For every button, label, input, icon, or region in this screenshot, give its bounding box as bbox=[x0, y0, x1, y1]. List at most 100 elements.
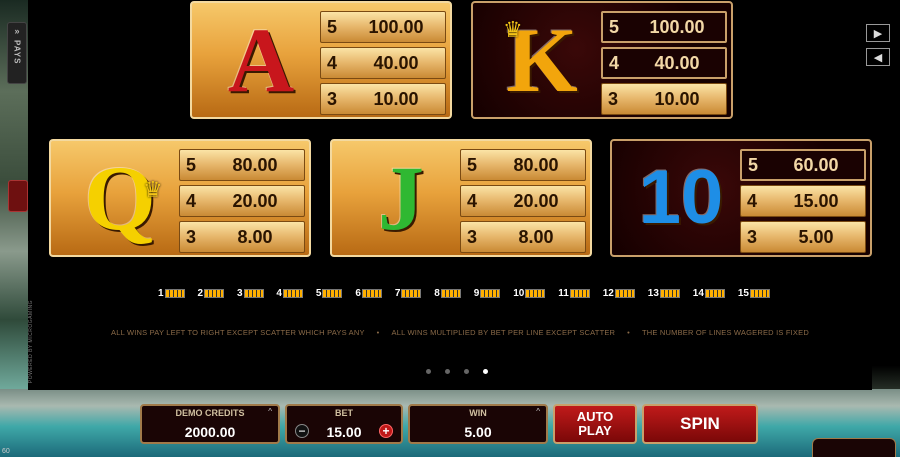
corner-number: 60 bbox=[2, 448, 10, 455]
pay-row: 5 100.00 bbox=[320, 11, 446, 43]
payline-pattern-icon bbox=[164, 288, 185, 298]
crown-icon: ♛ bbox=[143, 177, 163, 202]
info-rule: THE NUMBER OF LINES WAGERED IS FIXED bbox=[642, 328, 809, 337]
next-page-button[interactable]: ▶ bbox=[866, 24, 890, 42]
demo-credits-panel[interactable]: DEMO CREDITS ^ 2000.00 bbox=[140, 404, 280, 444]
win-value: 5.00 bbox=[464, 424, 492, 440]
side-menu-button[interactable] bbox=[8, 180, 28, 212]
pay-count: 4 bbox=[186, 190, 197, 211]
demo-credits-label: DEMO CREDITS bbox=[175, 408, 245, 418]
info-separator: • bbox=[627, 328, 630, 337]
play-right-icon: ▶ bbox=[873, 27, 883, 40]
bet-increase-button[interactable]: + bbox=[379, 424, 393, 438]
pay-count: 3 bbox=[186, 226, 197, 247]
payline-item: 10 bbox=[513, 286, 546, 300]
payline-item: 12 bbox=[603, 286, 635, 300]
payline-pattern-icon bbox=[243, 288, 264, 298]
payline-pattern-icon bbox=[480, 288, 501, 298]
payline-number: 6 bbox=[355, 287, 361, 299]
page-dot[interactable] bbox=[426, 369, 431, 374]
pay-amount: 100.00 bbox=[649, 16, 705, 37]
symbol-10: 10 bbox=[638, 155, 724, 240]
pays-tab[interactable]: » PAYS bbox=[7, 22, 27, 84]
payline-number: 3 bbox=[236, 287, 243, 299]
page-dot[interactable] bbox=[445, 369, 450, 374]
payline-number: 4 bbox=[276, 287, 282, 299]
pay-amount: 8.00 bbox=[518, 226, 554, 247]
payline-pattern-icon bbox=[749, 288, 770, 298]
pay-amount: 10.00 bbox=[654, 88, 700, 109]
pay-count: 3 bbox=[747, 226, 758, 247]
rules-info-text: ALL WINS PAY LEFT TO RIGHT EXCEPT SCATTE… bbox=[100, 328, 820, 337]
pay-amount: 40.00 bbox=[373, 52, 419, 73]
payline-number: 10 bbox=[513, 287, 525, 299]
payline-pattern-icon bbox=[569, 288, 590, 298]
payline-pattern-icon bbox=[361, 288, 382, 298]
pay-row: 4 40.00 bbox=[320, 47, 446, 79]
paylines-strip: 1 2 3 4 5 6 7 8 9 10 11 12 13 14 15 bbox=[158, 286, 770, 300]
powered-by-text: POWERED BY MICROGAMING bbox=[28, 300, 34, 384]
paytable-card: Q ♛ 5 80.00 4 20.00 3 8.00 bbox=[49, 139, 311, 257]
pay-row: 5 80.00 bbox=[460, 149, 586, 181]
page-dot[interactable] bbox=[483, 369, 488, 374]
spin-button[interactable]: SPIN bbox=[642, 404, 758, 444]
pay-amount: 20.00 bbox=[232, 190, 278, 211]
prev-page-button[interactable]: ◀ bbox=[866, 48, 890, 66]
pay-rows: 5 80.00 4 20.00 3 8.00 bbox=[179, 149, 305, 257]
pay-row: 5 60.00 bbox=[740, 149, 866, 181]
pay-row: 4 20.00 bbox=[179, 185, 305, 217]
autoplay-button[interactable]: AUTO PLAY bbox=[553, 404, 637, 444]
pays-tab-label: PAYS bbox=[12, 40, 22, 65]
payline-pattern-icon bbox=[659, 288, 680, 298]
crown-icon: ♛ bbox=[503, 17, 523, 42]
paytable-card: 10 5 60.00 4 15.00 3 5.00 bbox=[610, 139, 872, 257]
payline-item: 15 bbox=[738, 286, 770, 300]
pay-count: 5 bbox=[748, 154, 759, 175]
pay-row: 4 40.00 bbox=[601, 47, 727, 79]
pay-amount: 40.00 bbox=[654, 52, 700, 73]
caret-up-icon: ^ bbox=[268, 407, 272, 416]
play-left-icon: ◀ bbox=[873, 51, 883, 64]
corner-tab[interactable] bbox=[812, 438, 896, 457]
payline-number: 12 bbox=[602, 287, 614, 299]
page-dot[interactable] bbox=[464, 369, 469, 374]
pay-amount: 20.00 bbox=[513, 190, 559, 211]
pay-row: 4 15.00 bbox=[740, 185, 866, 217]
payline-pattern-icon bbox=[282, 288, 303, 298]
paytable-card: K ♛ 5 100.00 4 40.00 3 10.00 bbox=[471, 1, 733, 119]
pay-rows: 5 100.00 4 40.00 3 10.00 bbox=[320, 11, 446, 119]
symbol-k: K bbox=[506, 9, 578, 111]
pay-count: 3 bbox=[608, 88, 619, 109]
payline-item: 4 bbox=[276, 286, 303, 300]
pay-count: 4 bbox=[747, 190, 758, 211]
payline-item: 7 bbox=[395, 286, 422, 300]
payline-number: 8 bbox=[434, 287, 440, 299]
info-separator: • bbox=[376, 328, 380, 337]
pay-count: 5 bbox=[327, 16, 338, 37]
payline-number: 2 bbox=[197, 287, 204, 299]
pay-amount: 60.00 bbox=[793, 154, 839, 175]
pay-row: 3 8.00 bbox=[179, 221, 305, 253]
pay-row: 4 20.00 bbox=[460, 185, 586, 217]
pay-row: 3 5.00 bbox=[740, 221, 866, 253]
payline-item: 13 bbox=[648, 286, 680, 300]
payline-item: 9 bbox=[474, 286, 501, 300]
pay-amount: 80.00 bbox=[513, 154, 559, 175]
pay-count: 4 bbox=[327, 52, 338, 73]
payline-number: 14 bbox=[692, 287, 704, 299]
pay-amount: 5.00 bbox=[798, 226, 834, 247]
symbol-j: J bbox=[378, 147, 424, 249]
pay-amount: 100.00 bbox=[368, 16, 424, 37]
payline-pattern-icon bbox=[614, 288, 635, 298]
payline-pattern-icon bbox=[322, 288, 343, 298]
info-rule: ALL WINS PAY LEFT TO RIGHT EXCEPT SCATTE… bbox=[111, 328, 365, 337]
payline-pattern-icon bbox=[204, 288, 225, 298]
win-label: WIN bbox=[469, 408, 487, 418]
payline-number: 9 bbox=[473, 287, 480, 299]
pay-count: 4 bbox=[467, 190, 478, 211]
payline-number: 11 bbox=[558, 287, 569, 299]
payline-item: 3 bbox=[237, 286, 264, 300]
pay-count: 5 bbox=[609, 16, 620, 37]
payline-item: 14 bbox=[693, 286, 725, 300]
pay-rows: 5 80.00 4 20.00 3 8.00 bbox=[460, 149, 586, 257]
